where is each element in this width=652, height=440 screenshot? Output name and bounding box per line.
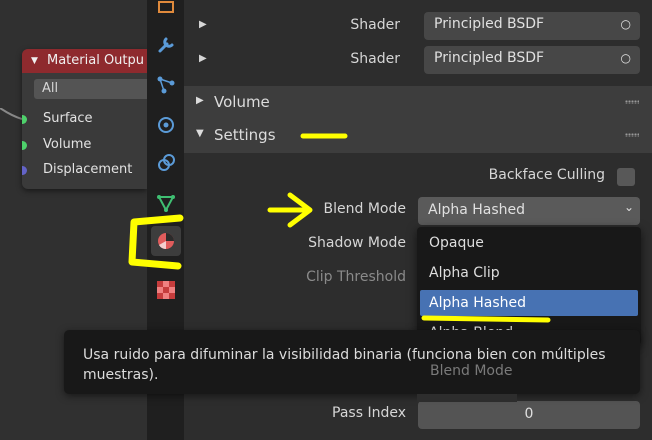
annotation-overlay [128, 133, 551, 323]
alpha-hashed-underline [421, 315, 551, 323]
material-tab-highlight [128, 214, 184, 270]
blend-mode-arrow-icon [267, 192, 313, 228]
